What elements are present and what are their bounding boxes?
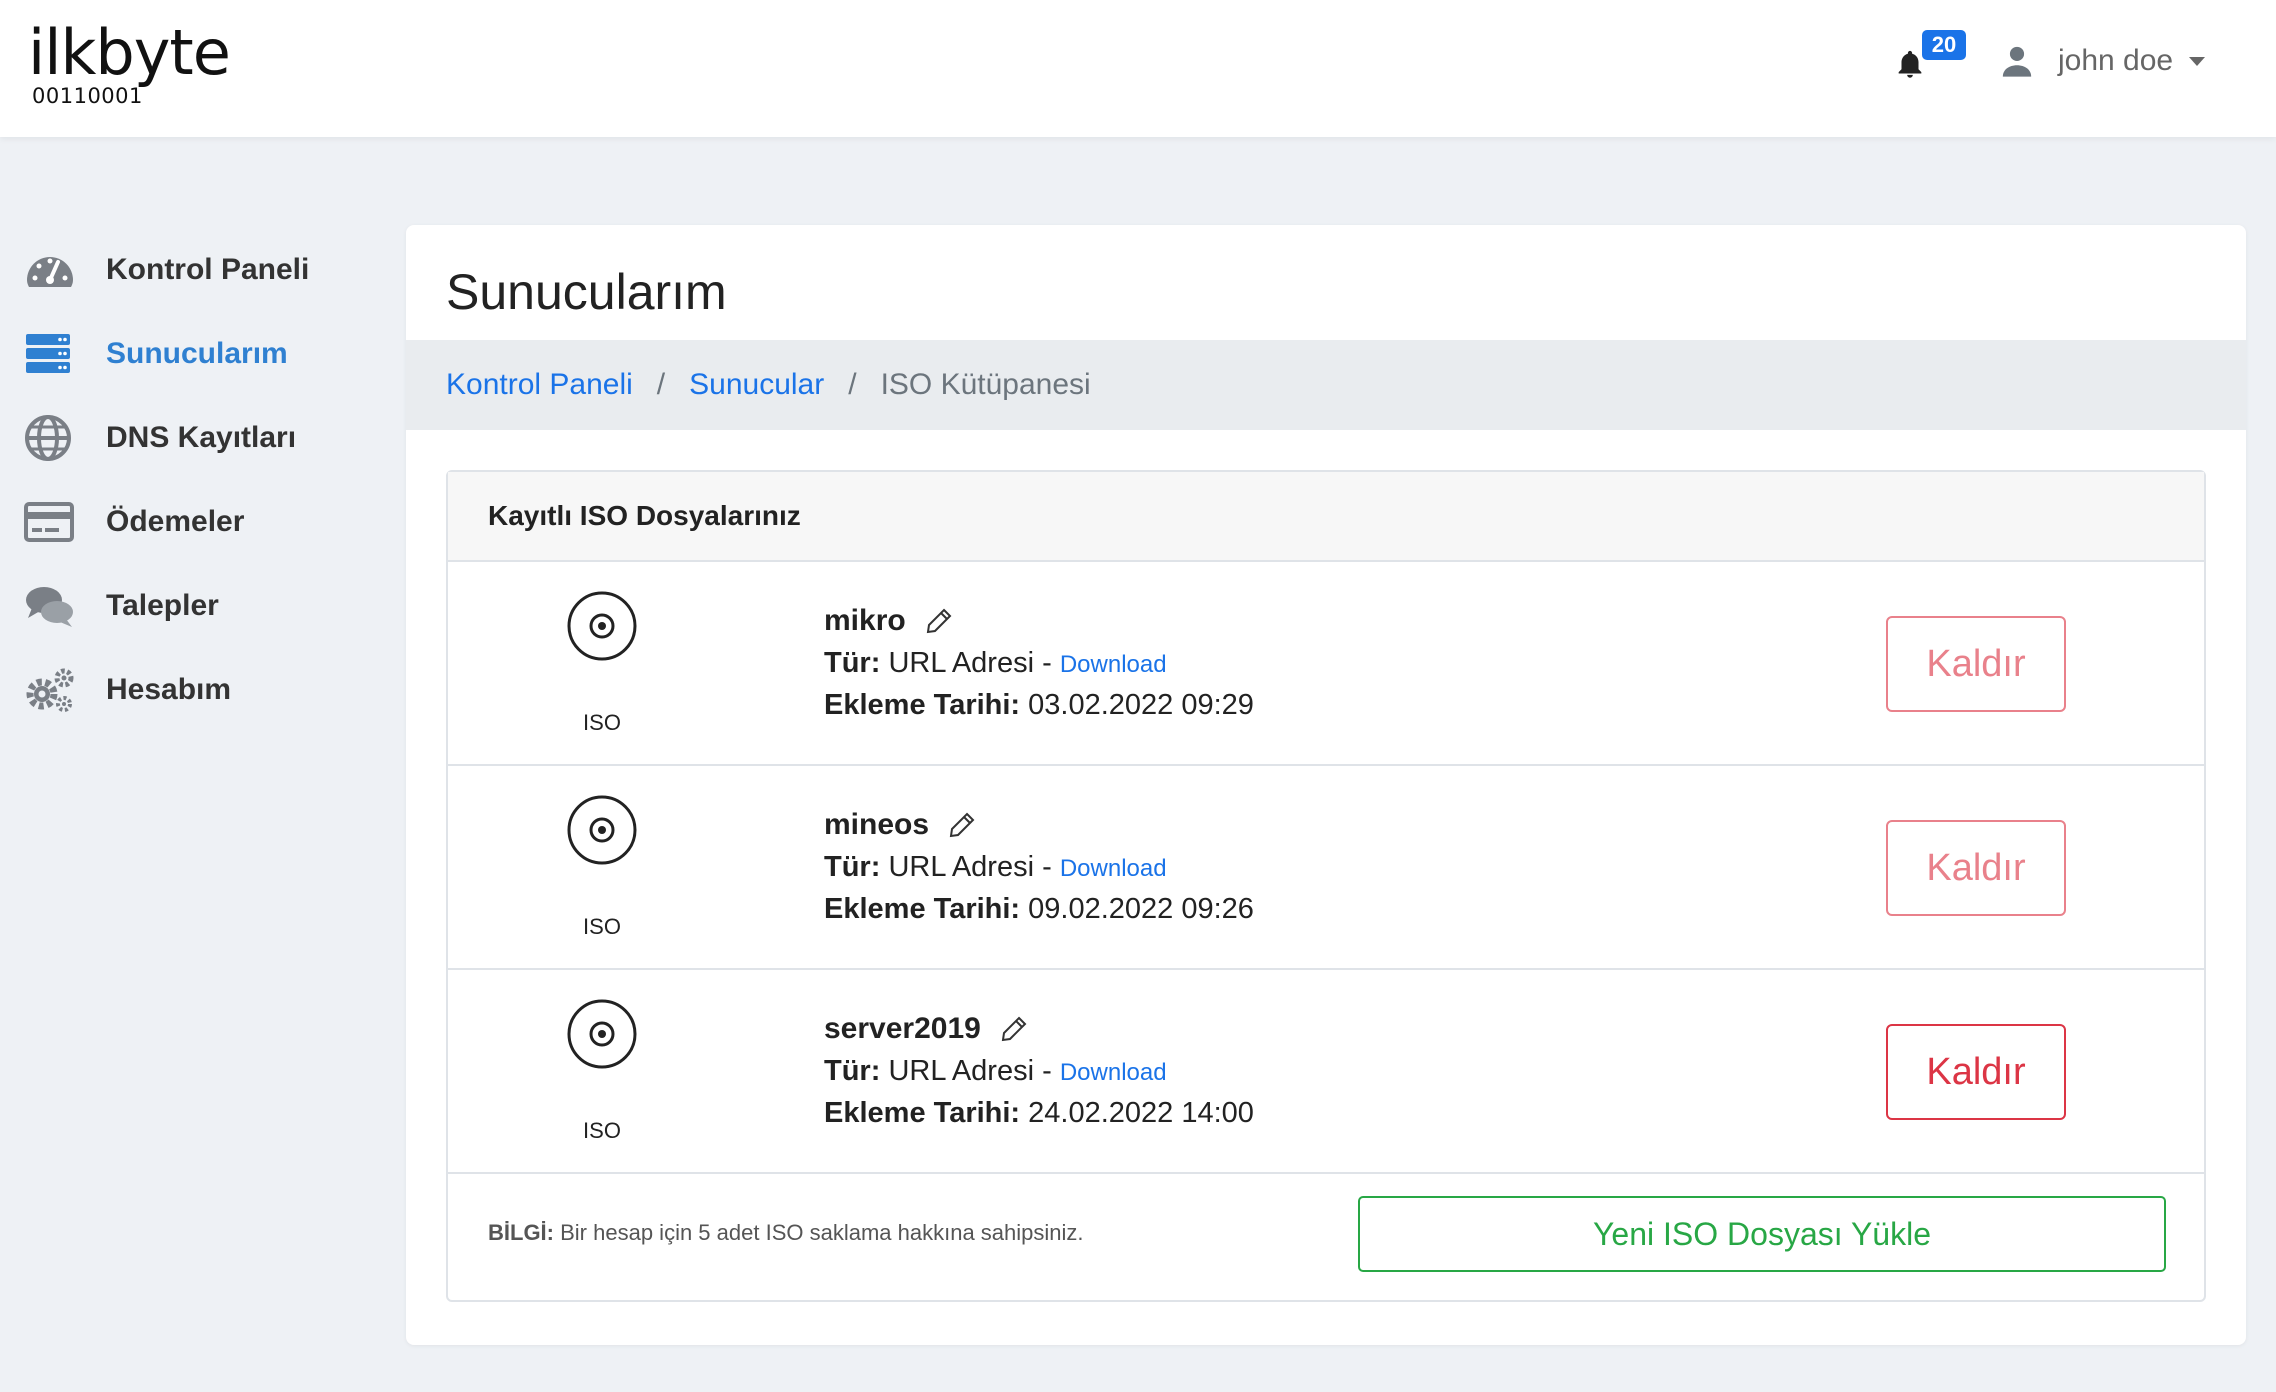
panel-title: Kayıtlı ISO Dosyalarınız (448, 472, 2204, 562)
type-label: Tür: (824, 647, 881, 679)
iso-type-label: ISO (583, 1118, 621, 1143)
iso-date-line: Ekleme Tarihi: 24.02.2022 14:00 (824, 1092, 1254, 1134)
iso-type-line: Tür: URL Adresi - Download (824, 846, 1254, 888)
sidebar-item-label: Ödemeler (106, 505, 245, 538)
user-menu[interactable]: john doe (2000, 44, 2206, 78)
breadcrumb-separator: / (656, 368, 666, 401)
iso-info: mikro Tür: URL Adresi - Download Ekleme … (824, 600, 1254, 726)
panel-footer: BİLGİ: Bir hesap için 5 adet ISO saklama… (448, 1174, 2204, 1294)
iso-row: ISO mikro Tür: URL Adresi - Download Ekl (448, 562, 2204, 766)
iso-row: ISO mineos Tür: URL Adresi - Download Ek (448, 766, 2204, 970)
sidebar-item-dns-kayitlari[interactable]: DNS Kayıtları (0, 408, 380, 468)
remove-button[interactable]: Kaldır (1886, 820, 2066, 916)
date-label: Ekleme Tarihi: (824, 893, 1021, 925)
remove-button[interactable]: Kaldır (1886, 616, 2066, 712)
user-icon (2002, 46, 2032, 77)
sidebar-item-hesabim[interactable]: Hesabım (0, 660, 380, 720)
gears-icon (26, 668, 74, 712)
sidebar-item-label: DNS Kayıtları (106, 421, 297, 454)
download-link[interactable]: Download (1060, 855, 1167, 882)
sidebar-item-talepler[interactable]: Talepler (0, 576, 380, 636)
iso-info: server2019 Tür: URL Adresi - Download Ek… (824, 1008, 1254, 1134)
iso-date-line: Ekleme Tarihi: 03.02.2022 09:29 (824, 684, 1254, 726)
upload-iso-button[interactable]: Yeni ISO Dosyası Yükle (1358, 1196, 2166, 1272)
globe-icon (25, 415, 71, 461)
credit-card-icon (24, 502, 74, 542)
iso-source-type: URL Adresi (888, 647, 1035, 679)
notification-count-badge[interactable]: 20 (1922, 30, 1966, 60)
main-card: Sunucularım Kontrol Paneli / Sunucular /… (406, 225, 2246, 1345)
iso-info: mineos Tür: URL Adresi - Download Ekleme… (824, 804, 1254, 930)
iso-name: mikro (824, 604, 906, 637)
iso-row: ISO server2019 Tür: URL Adresi - Downloa… (448, 970, 2204, 1174)
iso-date-line: Ekleme Tarihi: 09.02.2022 09:26 (824, 888, 1254, 930)
brand-tagline: 00110001 (32, 84, 143, 108)
chevron-down-icon (2189, 56, 2206, 66)
disc-icon (567, 591, 637, 661)
iso-date: 09.02.2022 09:26 (1028, 893, 1254, 925)
breadcrumb-current: ISO Kütüpanesi (880, 368, 1091, 401)
pencil-edit-icon[interactable] (924, 606, 954, 636)
iso-library-panel: Kayıtlı ISO Dosyalarınız ISO mikro Tür: (446, 470, 2206, 1302)
iso-type-line: Tür: URL Adresi - Download (824, 1050, 1254, 1092)
brand-logo[interactable]: ilkbyte 00110001 (28, 16, 231, 109)
sidebar-item-label: Hesabım (106, 673, 232, 706)
breadcrumb: Kontrol Paneli / Sunucular / ISO Kütüpan… (406, 340, 2246, 430)
brand-name: ilkbyte (28, 16, 231, 89)
sidebar-item-kontrol-paneli[interactable]: Kontrol Paneli (0, 240, 380, 300)
sidebar-item-label: Kontrol Paneli (106, 253, 310, 286)
dash: - (1042, 851, 1052, 883)
sidebar-item-label: Sunucularım (106, 337, 288, 370)
sidebar-item-sunucularim[interactable]: Sunucularım (0, 324, 380, 384)
iso-type-label: ISO (583, 914, 621, 939)
date-label: Ekleme Tarihi: (824, 689, 1021, 721)
iso-type-line: Tür: URL Adresi - Download (824, 642, 1254, 684)
dash: - (1042, 647, 1052, 679)
iso-source-type: URL Adresi (888, 851, 1035, 883)
info-message: Bir hesap için 5 adet ISO saklama hakkın… (560, 1220, 1084, 1245)
breadcrumb-link-kontrol-paneli[interactable]: Kontrol Paneli (446, 368, 633, 402)
iso-date: 24.02.2022 14:00 (1028, 1097, 1254, 1129)
date-label: Ekleme Tarihi: (824, 1097, 1021, 1129)
disc-icon (567, 795, 637, 865)
iso-date: 03.02.2022 09:29 (1028, 689, 1254, 721)
dashboard-gauge-icon (27, 257, 73, 287)
chat-bubbles-icon (26, 587, 73, 627)
server-icon (26, 334, 70, 373)
download-link[interactable]: Download (1060, 1059, 1167, 1086)
page-title: Sunucularım (446, 264, 727, 320)
pencil-edit-icon[interactable] (999, 1014, 1029, 1044)
disc-icon (567, 999, 637, 1069)
dash: - (1042, 1055, 1052, 1087)
user-name: john doe (2058, 44, 2174, 77)
download-link[interactable]: Download (1060, 651, 1167, 678)
info-text: BİLGİ: Bir hesap için 5 adet ISO saklama… (488, 1220, 1084, 1246)
sidebar-item-label: Talepler (106, 589, 219, 622)
type-label: Tür: (824, 851, 881, 883)
iso-type-label: ISO (583, 710, 621, 735)
top-navbar: ilkbyte 00110001 20 john doe (0, 0, 2276, 137)
info-label: BİLGİ: (488, 1220, 554, 1245)
iso-source-type: URL Adresi (888, 1055, 1035, 1087)
iso-name: mineos (824, 808, 930, 841)
breadcrumb-link-sunucular[interactable]: Sunucular (689, 368, 824, 402)
remove-button[interactable]: Kaldır (1886, 1024, 2066, 1120)
pencil-edit-icon[interactable] (947, 810, 977, 840)
type-label: Tür: (824, 1055, 881, 1087)
iso-name: server2019 (824, 1012, 981, 1045)
sidebar-item-odemeler[interactable]: Ödemeler (0, 492, 380, 552)
breadcrumb-separator: / (848, 368, 857, 401)
